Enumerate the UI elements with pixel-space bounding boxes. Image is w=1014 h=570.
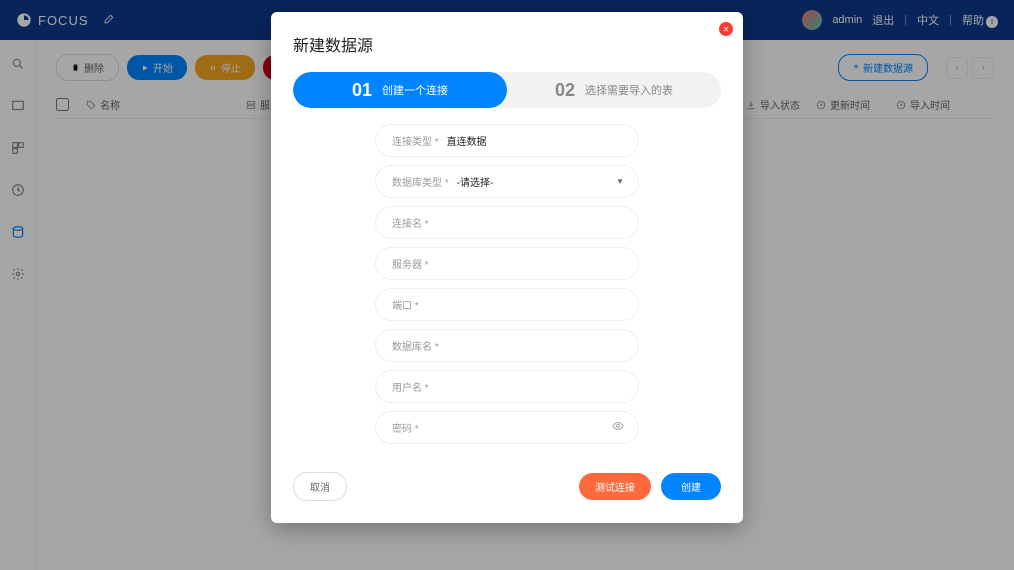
username-field[interactable]: 用户名 * [375,370,639,403]
conn-type-field[interactable]: 连接类型 * 直连数据 [375,124,639,157]
dbname-input[interactable] [447,340,622,351]
step-2[interactable]: 02 选择需要导入的表 [507,72,721,108]
dbname-field[interactable]: 数据库名 * [375,329,639,362]
password-field[interactable]: 密码 * [375,411,639,444]
password-input[interactable] [427,422,622,433]
db-type-field[interactable]: 数据库类型 * -请选择- ▼ [375,165,639,198]
step-1[interactable]: 01 创建一个连接 [293,72,507,108]
eye-icon[interactable] [612,420,624,435]
conn-name-input[interactable] [437,217,622,228]
connection-form: 连接类型 * 直连数据 数据库类型 * -请选择- ▼ 连接名 * 服务器 * … [293,124,721,444]
step-indicator: 01 创建一个连接 02 选择需要导入的表 [293,72,721,108]
server-field[interactable]: 服务器 * [375,247,639,280]
modal-title: 新建数据源 [293,32,721,56]
port-field[interactable]: 端口 * [375,288,639,321]
create-button[interactable]: 创建 [661,473,721,500]
test-connection-button[interactable]: 测试连接 [579,473,651,500]
server-input[interactable] [437,258,622,269]
cancel-button[interactable]: 取消 [293,472,347,501]
conn-name-field[interactable]: 连接名 * [375,206,639,239]
chevron-down-icon: ▼ [616,177,624,186]
port-input[interactable] [427,299,622,310]
username-input[interactable] [437,381,622,392]
new-datasource-modal: ✕ 新建数据源 01 创建一个连接 02 选择需要导入的表 连接类型 * 直连数… [271,12,743,523]
modal-footer: 取消 测试连接 创建 [293,472,721,501]
close-icon[interactable]: ✕ [719,22,733,36]
